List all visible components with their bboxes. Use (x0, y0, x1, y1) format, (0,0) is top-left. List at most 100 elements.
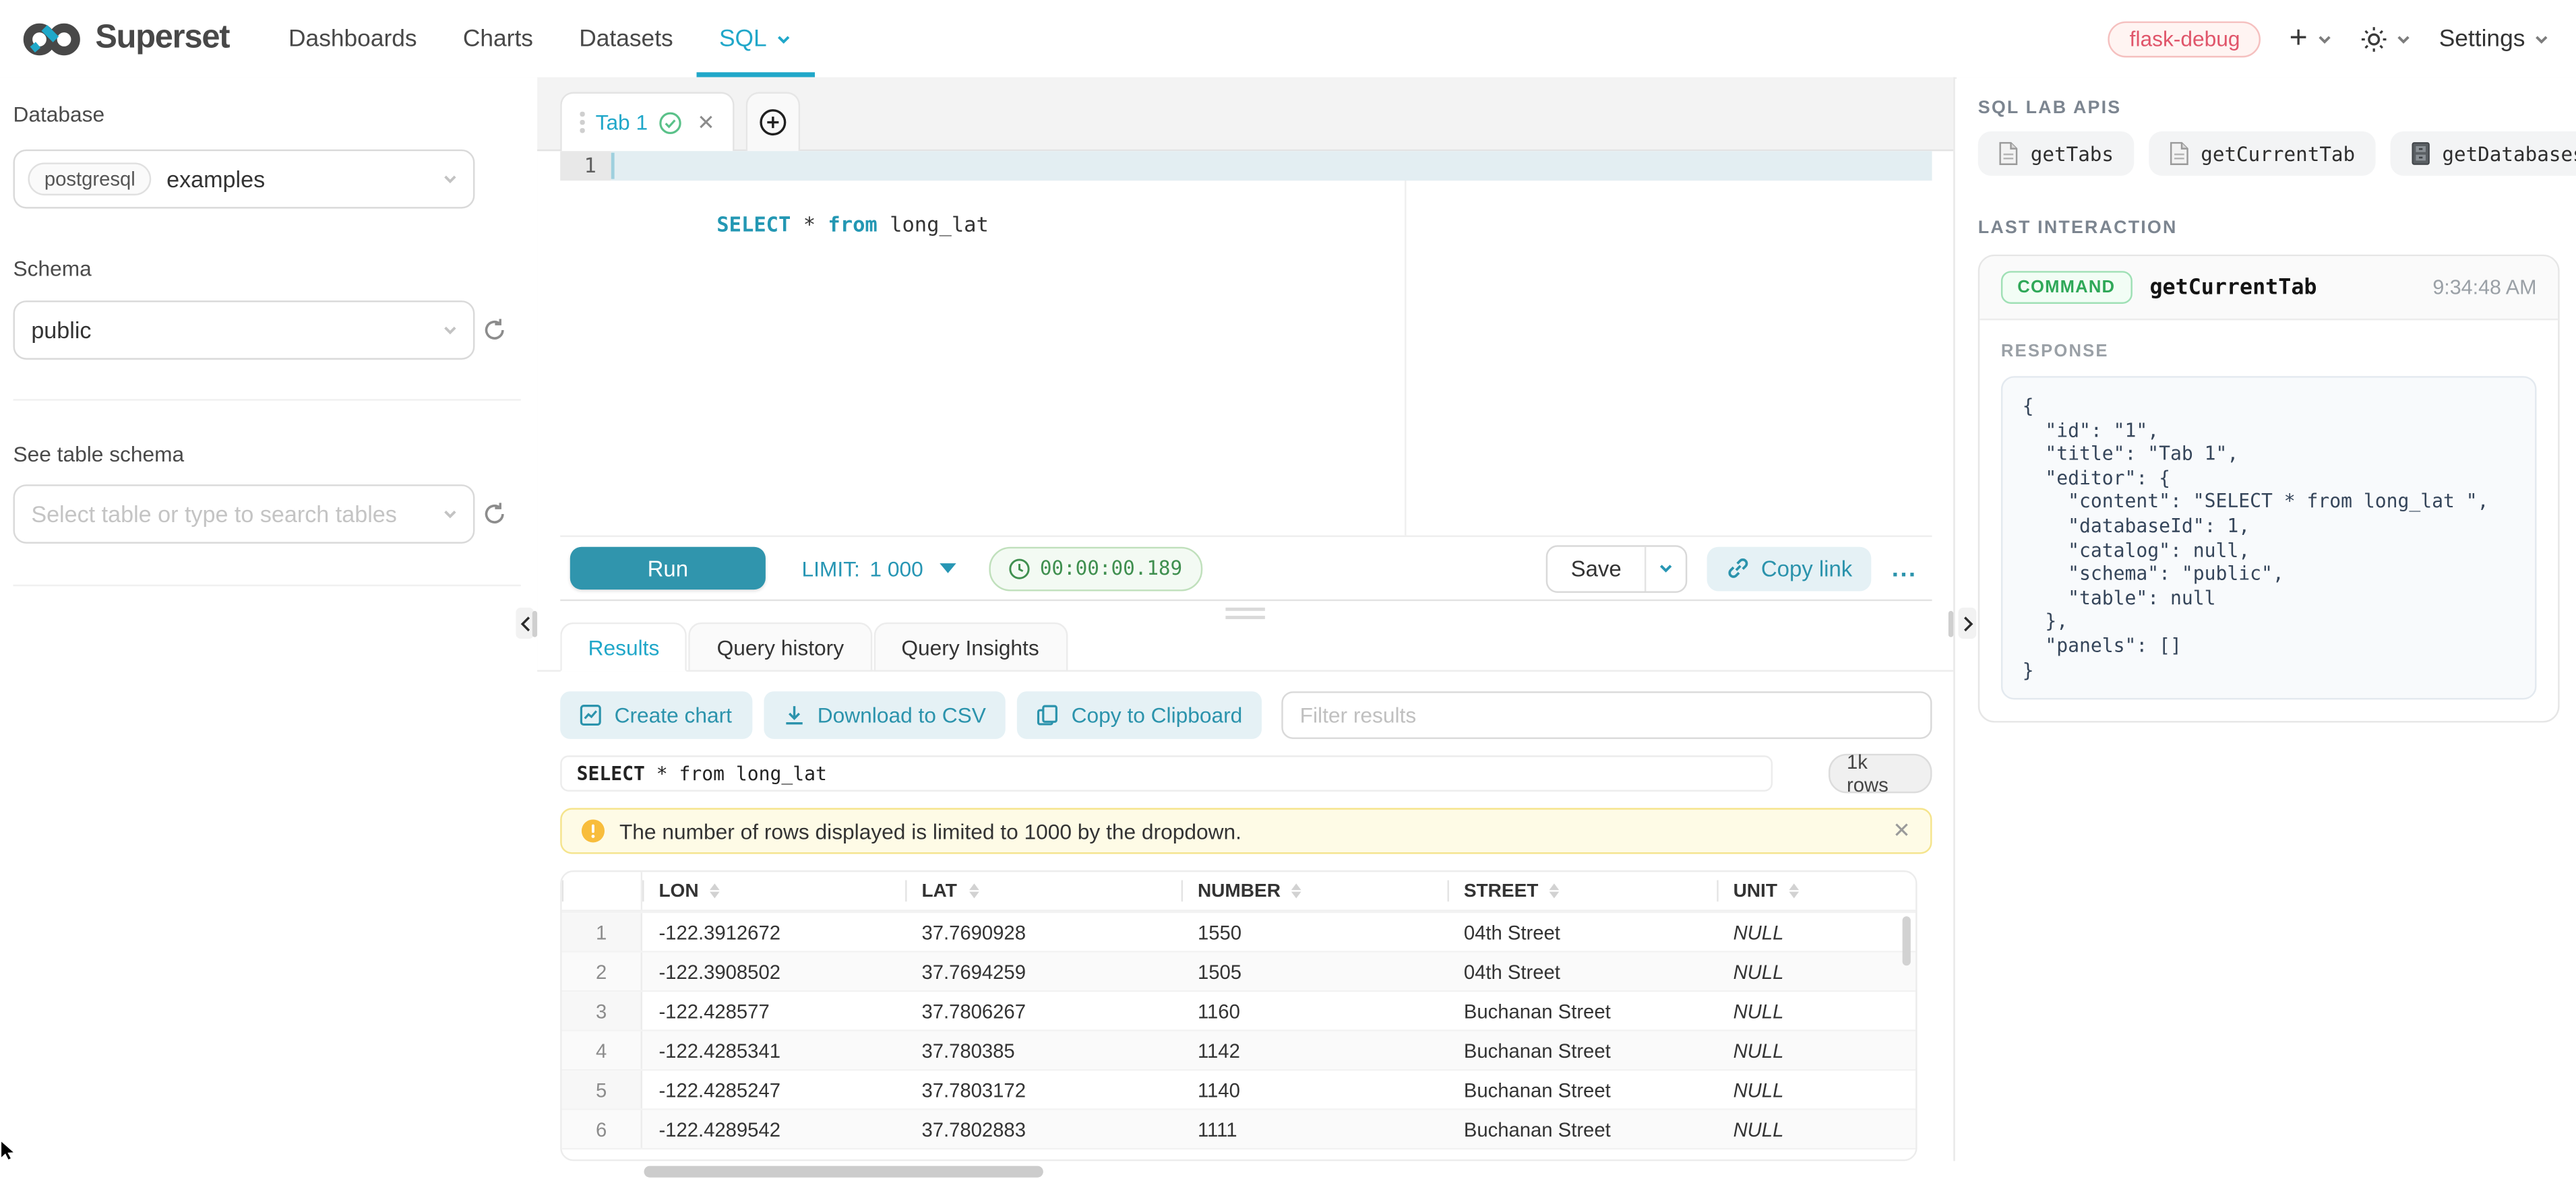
chevron-down-icon (2316, 30, 2332, 46)
sql-code-editor[interactable]: 1 SELECT * from long_lat (560, 151, 1932, 535)
horizontal-scrollbar[interactable] (644, 1166, 1043, 1178)
refresh-tables-icon[interactable] (481, 501, 508, 527)
chevron-down-icon (442, 322, 458, 338)
table-body: 1 -122.3912672 37.7690928 1550 04th Stre… (562, 912, 1916, 1159)
schema-label: Schema (13, 256, 92, 281)
nav-sql[interactable]: SQL (696, 0, 815, 77)
sort-icon (1292, 883, 1302, 899)
warning-message: The number of rows displayed is limited … (619, 819, 1241, 843)
drag-handle-icon (580, 112, 584, 132)
vertical-scrollbar[interactable] (1903, 916, 1911, 965)
filter-results-input[interactable] (1282, 691, 1932, 739)
tab-query-history[interactable]: Query history (689, 623, 871, 672)
superset-logo[interactable]: Superset (0, 0, 229, 77)
sort-icon (1789, 883, 1799, 899)
query-preview-row: SELECT * from long_lat 1k rows (560, 754, 1932, 794)
table-select-placeholder: Select table or type to search tables (31, 501, 397, 527)
database-dialect-tag: postgresql (28, 162, 152, 195)
copy-to-clipboard-button[interactable]: Copy to Clipboard (1017, 691, 1262, 739)
sidebar-divider (13, 585, 521, 586)
line-number: 1 (560, 151, 611, 181)
print-margin-line (1405, 151, 1406, 535)
results-panel: Create chart Download to CSV (537, 672, 1953, 1160)
sort-icon (1550, 883, 1560, 899)
api-getcurrenttab-button[interactable]: getCurrentTab (2148, 131, 2374, 176)
save-button[interactable]: Save (1548, 546, 1645, 590)
sort-icon (969, 883, 979, 899)
nav-datasets[interactable]: Datasets (556, 0, 696, 77)
database-select[interactable]: postgresql examples (13, 150, 475, 209)
settings-menu[interactable]: Settings (2439, 26, 2550, 52)
more-options-button[interactable]: ... (1892, 554, 1918, 582)
close-tab-icon[interactable]: ✕ (697, 109, 715, 135)
create-chart-button[interactable]: Create chart (560, 691, 752, 739)
column-header-unit[interactable]: UNIT (1717, 872, 1915, 910)
left-panel-resize-handle[interactable] (532, 611, 537, 637)
api-getdatabases-button[interactable]: getDatabases (2389, 131, 2576, 176)
chevron-down-icon (775, 30, 791, 46)
clock-icon (1009, 558, 1031, 579)
tab-query-insights[interactable]: Query Insights (873, 623, 1067, 672)
close-icon[interactable]: ✕ (1893, 818, 1911, 844)
api-buttons-row: getTabs getCurrentTab (1978, 131, 2576, 176)
chevron-down-icon (442, 506, 458, 522)
run-query-button[interactable]: Run (570, 547, 766, 590)
table-row: 1 -122.3912672 37.7690928 1550 04th Stre… (562, 912, 1916, 951)
column-header-street[interactable]: STREET (1447, 872, 1717, 910)
api-gettabs-button[interactable]: getTabs (1978, 131, 2134, 176)
superset-logo-icon (22, 19, 82, 59)
editor-tabstrip: Tab 1 ✕ (537, 77, 1953, 152)
column-header-lat[interactable]: LAT (905, 872, 1182, 910)
results-tabbar: Results Query history Query Insights (537, 624, 1953, 672)
limit-label: LIMIT: (802, 556, 860, 581)
response-json-block: { "id": "1", "title": "Tab 1", "editor":… (2001, 376, 2537, 699)
editor-tab-1[interactable]: Tab 1 ✕ (560, 92, 735, 152)
brand-name: Superset (95, 20, 229, 57)
database-value: examples (166, 166, 265, 192)
save-options-button[interactable] (1645, 546, 1686, 590)
refresh-schemas-icon[interactable] (481, 317, 508, 343)
editor-tab-title: Tab 1 (596, 110, 648, 135)
theme-menu[interactable] (2360, 26, 2412, 52)
top-navbar: Superset Dashboards Charts Datasets SQL … (0, 0, 2576, 79)
column-header-lon[interactable]: LON (642, 872, 905, 910)
cabinet-icon (2410, 141, 2431, 166)
editor-toolbar: Run LIMIT: 1 000 00:00:00.189 Save (560, 536, 1932, 602)
code-line-1[interactable]: SELECT * from long_lat (611, 151, 1932, 181)
nav-charts[interactable]: Charts (440, 0, 556, 77)
sun-icon (2360, 26, 2387, 52)
tab-results[interactable]: Results (560, 623, 687, 672)
row-number-header (562, 872, 642, 910)
download-csv-button[interactable]: Download to CSV (763, 691, 1006, 739)
link-icon (1727, 556, 1750, 579)
query-preview: SELECT * from long_lat (560, 755, 1773, 792)
sort-icon (710, 883, 720, 899)
settings-label: Settings (2439, 26, 2525, 52)
schema-value: public (31, 317, 91, 343)
sql-lab-apis-title: SQL LAB APIS (1978, 98, 2122, 118)
interaction-card-body: RESPONSE { "id": "1", "title": "Tab 1", … (1980, 320, 2558, 721)
header-right-cluster: flask-debug + (2108, 0, 2576, 77)
add-tab-button[interactable] (746, 92, 800, 152)
download-icon (783, 705, 805, 726)
schema-select[interactable]: public (13, 300, 475, 360)
limit-dropdown[interactable]: LIMIT: 1 000 (802, 556, 956, 581)
copy-link-button[interactable]: Copy link (1707, 546, 1872, 590)
nav-dashboards[interactable]: Dashboards (266, 0, 440, 77)
command-timestamp: 9:34:48 AM (2432, 276, 2536, 299)
database-sidebar: Database postgresql examples Schema publ… (0, 77, 539, 1161)
chevron-down-icon (2395, 30, 2411, 46)
text-cursor (611, 153, 615, 179)
table-select[interactable]: Select table or type to search tables (13, 484, 475, 544)
collapse-left-panel-button[interactable] (516, 608, 534, 639)
caret-down-icon (940, 563, 956, 573)
results-actions-row: Create chart Download to CSV (560, 691, 1932, 739)
horizontal-split-handle[interactable] (1225, 608, 1265, 619)
collapse-right-panel-button[interactable] (1959, 608, 1977, 639)
right-panel-resize-handle[interactable] (1949, 611, 1953, 637)
query-timer: 00:00:00.189 (989, 546, 1202, 590)
new-item-menu[interactable]: + (2290, 24, 2333, 53)
column-header-number[interactable]: NUMBER (1182, 872, 1448, 910)
timer-value: 00:00:00.189 (1040, 556, 1182, 579)
last-interaction-card: COMMAND getCurrentTab 9:34:48 AM RESPONS… (1978, 255, 2560, 723)
